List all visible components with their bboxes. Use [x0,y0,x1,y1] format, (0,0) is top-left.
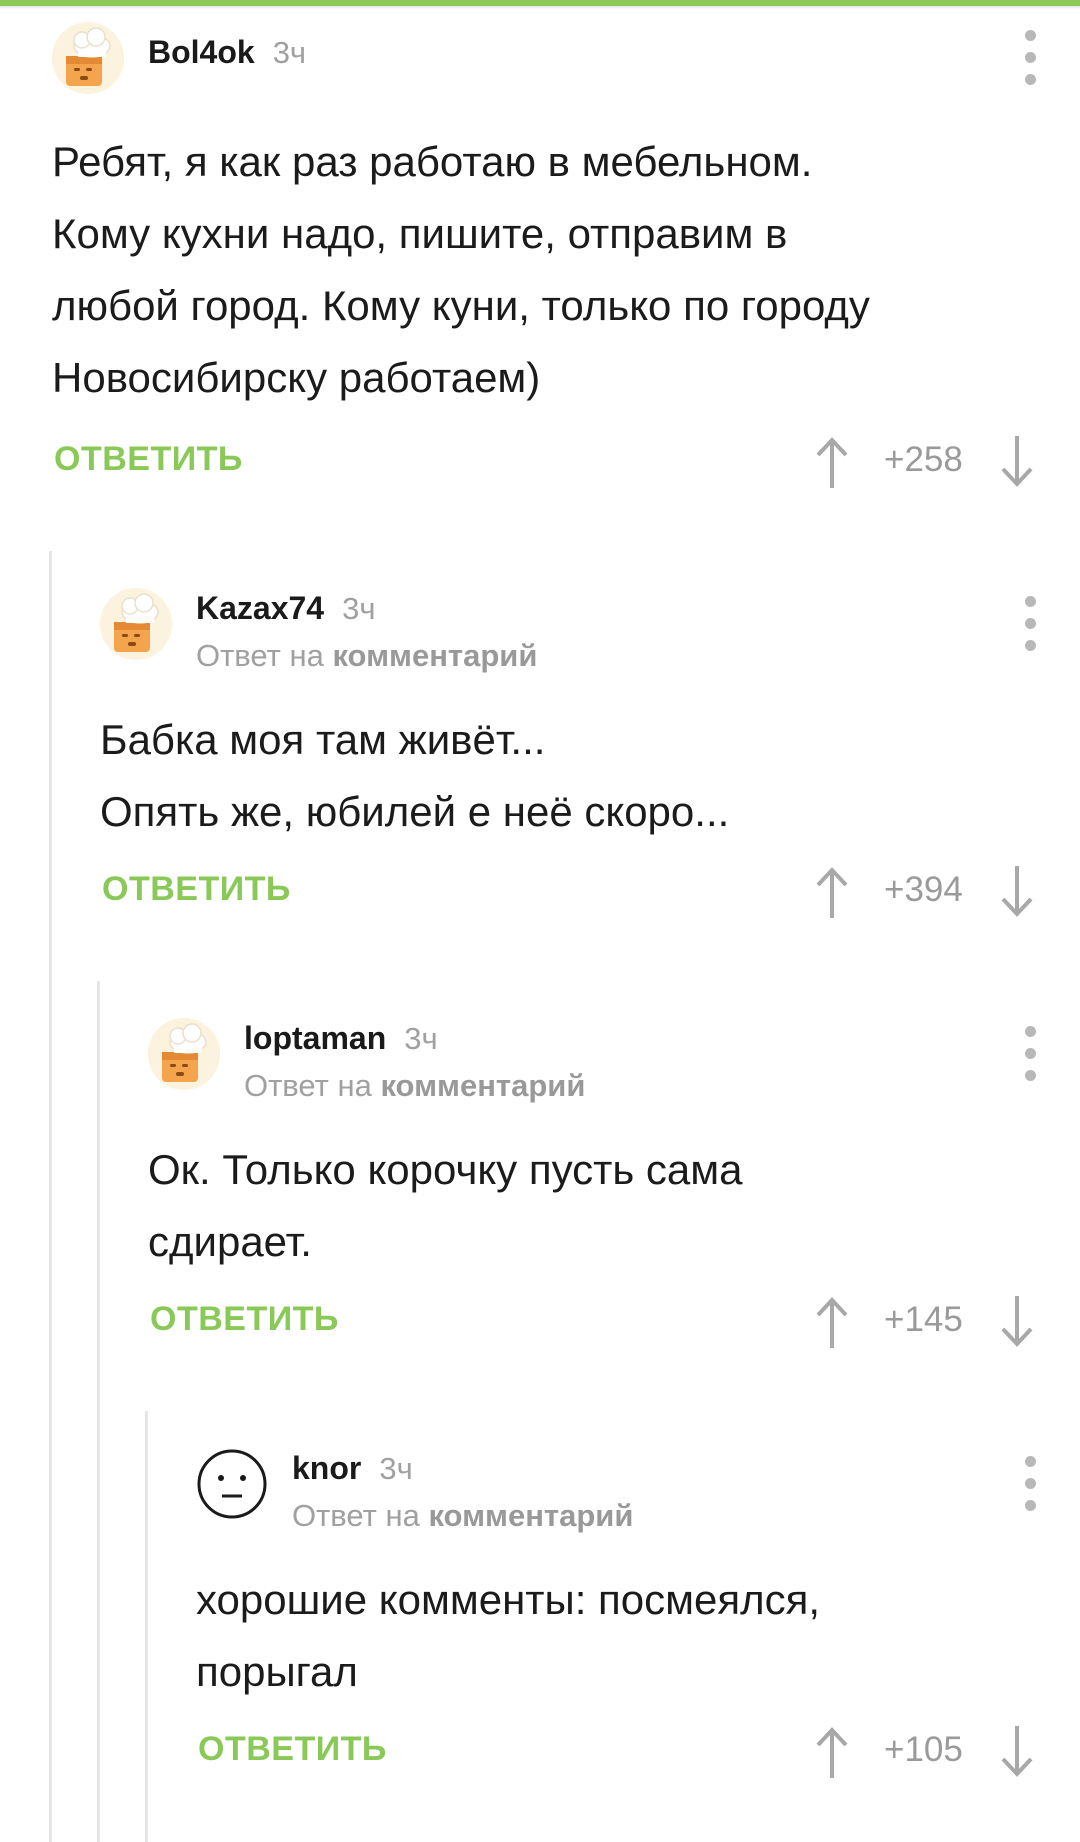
more-vertical-icon[interactable] [1016,1026,1046,1082]
timestamp: 3ч [404,1021,438,1056]
comment-header: loptaman 3ч Ответ на комментарий [148,1018,1080,1108]
reply-to-prefix: Ответ на [244,1068,372,1103]
comment-line: Ребят, я как раз работаю в мебельном. [52,138,813,185]
rating-count: +145 [884,1300,963,1339]
comment-body: Ребят, я как раз работаю в мебельном. Ком… [52,126,870,414]
arrow-down-icon[interactable] [994,862,1040,922]
comment-line: Кому кухни надо, пишите, отправим в [52,210,788,257]
arrow-up-icon[interactable] [809,1292,855,1352]
avatar[interactable] [196,1448,268,1520]
rating-count: +394 [884,870,963,909]
author-name[interactable]: loptaman [244,1020,386,1056]
reply-to-info: Ответ на комментарий [244,1068,585,1104]
default-baker-avatar-icon [100,588,172,660]
reply-to-prefix: Ответ на [196,638,324,673]
author-name[interactable]: Bol4ok [148,34,255,70]
arrow-up-icon[interactable] [809,862,855,922]
rating-count: +105 [884,1730,963,1769]
reply-to-prefix: Ответ на [292,1498,420,1533]
reply-button[interactable]: ОТВЕТИТЬ [54,440,243,479]
arrow-down-icon[interactable] [994,1722,1040,1782]
comment-header: knor 3ч Ответ на комментарий [196,1448,1080,1538]
default-baker-avatar-icon [52,22,124,94]
thread-line-level-1[interactable] [49,551,52,1842]
username[interactable]: Bol4ok 3ч [148,34,306,71]
rating-count: +258 [884,440,963,479]
avatar[interactable] [100,588,172,660]
comment-line: сдирает. [148,1218,312,1265]
comment-header: Kazax74 3ч Ответ на комментарий [100,588,1080,678]
comment-actions: ОТВЕТИТЬ +394 [100,862,1080,922]
timestamp: 3ч [272,35,307,70]
reply-button[interactable]: ОТВЕТИТЬ [102,870,291,909]
comment-body: Ок. Только корочку пусть сама сдирает. [148,1134,743,1278]
top-bar-shadow [0,6,1080,10]
thread-line-level-2[interactable] [97,981,100,1842]
comment-line: Ок. Только корочку пусть сама [148,1146,743,1193]
avatar[interactable] [148,1018,220,1090]
comment-actions: ОТВЕТИТЬ +145 [148,1292,1080,1352]
thread-line-level-3[interactable] [145,1411,148,1842]
comment-body: Бабка моя там живёт... Опять же, юбилей е… [100,704,729,848]
comment-line: порыгал [196,1648,358,1695]
more-vertical-icon[interactable] [1016,30,1046,86]
comment-line: Новосибирску работаем) [52,354,541,401]
comment-line: Бабка моя там живёт... [100,716,546,763]
arrow-up-icon[interactable] [809,1722,855,1782]
timestamp: 3ч [379,1451,413,1486]
arrow-down-icon[interactable] [994,432,1040,492]
comment-line: любой город. Кому куни, только по городу [52,282,870,329]
comment-actions: ОТВЕТИТЬ +258 [52,432,1080,492]
reply-button[interactable]: ОТВЕТИТЬ [150,1300,339,1339]
username[interactable]: knor 3ч [292,1450,413,1487]
reply-button[interactable]: ОТВЕТИТЬ [198,1730,387,1769]
reply-to-link[interactable]: комментарий [380,1068,585,1103]
default-baker-avatar-icon [148,1018,220,1090]
comment-header: Bol4ok 3ч [52,22,1080,112]
comment-body: хорошие комменты: посмеялся, порыгал [196,1564,820,1708]
reply-to-link[interactable]: комментарий [332,638,537,673]
neutral-face-avatar-icon [196,1448,268,1520]
more-vertical-icon[interactable] [1016,596,1046,652]
author-name[interactable]: knor [292,1450,361,1486]
username[interactable]: loptaman 3ч [244,1020,438,1057]
reply-to-info: Ответ на комментарий [196,638,537,674]
arrow-up-icon[interactable] [809,432,855,492]
timestamp: 3ч [342,591,376,626]
reply-to-link[interactable]: комментарий [428,1498,633,1533]
author-name[interactable]: Kazax74 [196,590,324,626]
comment-actions: ОТВЕТИТЬ +105 [196,1722,1080,1782]
reply-to-info: Ответ на комментарий [292,1498,633,1534]
arrow-down-icon[interactable] [994,1292,1040,1352]
avatar[interactable] [52,22,124,94]
username[interactable]: Kazax74 3ч [196,590,376,627]
comment-line: Опять же, юбилей е неё скоро... [100,788,730,835]
more-vertical-icon[interactable] [1016,1456,1046,1512]
comment-line: хорошие комменты: посмеялся, [196,1576,821,1623]
